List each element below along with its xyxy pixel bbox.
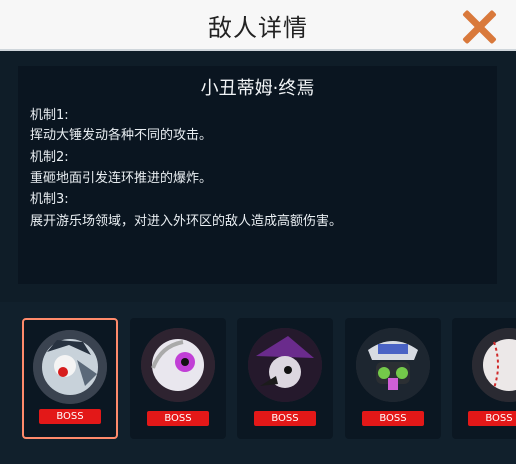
boss-badge: BOSS [362,411,424,426]
mechanic-3-label: 机制3: [30,192,69,207]
mechanic-3-desc: 展开游乐场领域，对进入外环区的敌人造成高额伤害。 [30,214,343,229]
shield-gasmask-boss-portrait [356,328,430,402]
boss-badge: BOSS [254,411,316,426]
enemy-card-5[interactable]: BOSS [452,318,516,439]
enemy-card-3[interactable]: BOSS [237,318,333,439]
enemy-card-2[interactable]: BOSS [130,318,226,439]
mechanic-1-desc: 挥动大锤发动各种不同的攻击。 [30,128,213,143]
boss-badge: BOSS [147,411,209,426]
enemy-card-1[interactable]: BOSS [22,318,118,439]
pink-eye-boss-portrait [141,328,215,402]
clown-boss-portrait [33,330,107,404]
boss-badge: BOSS [468,411,516,426]
boss-badge: BOSS [39,409,101,424]
stitched-ball-boss-portrait [472,328,516,402]
page-title: 敌人详情 [208,14,308,42]
enemy-name: 小丑蒂姆·终焉 [200,78,315,99]
enemy-detail-panel: 敌人详情 小丑蒂姆·终焉 机制1: 挥动大锤发动各种不同的攻击。 机制2: 重砸… [0,0,516,464]
close-icon[interactable] [460,8,496,44]
enemy-info-box: 小丑蒂姆·终焉 机制1: 挥动大锤发动各种不同的攻击。 机制2: 重砸地面引发连… [18,66,497,284]
witch-plague-boss-portrait [248,328,322,402]
enemy-card-4[interactable]: BOSS [345,318,441,439]
header-bar: 敌人详情 [0,0,516,51]
